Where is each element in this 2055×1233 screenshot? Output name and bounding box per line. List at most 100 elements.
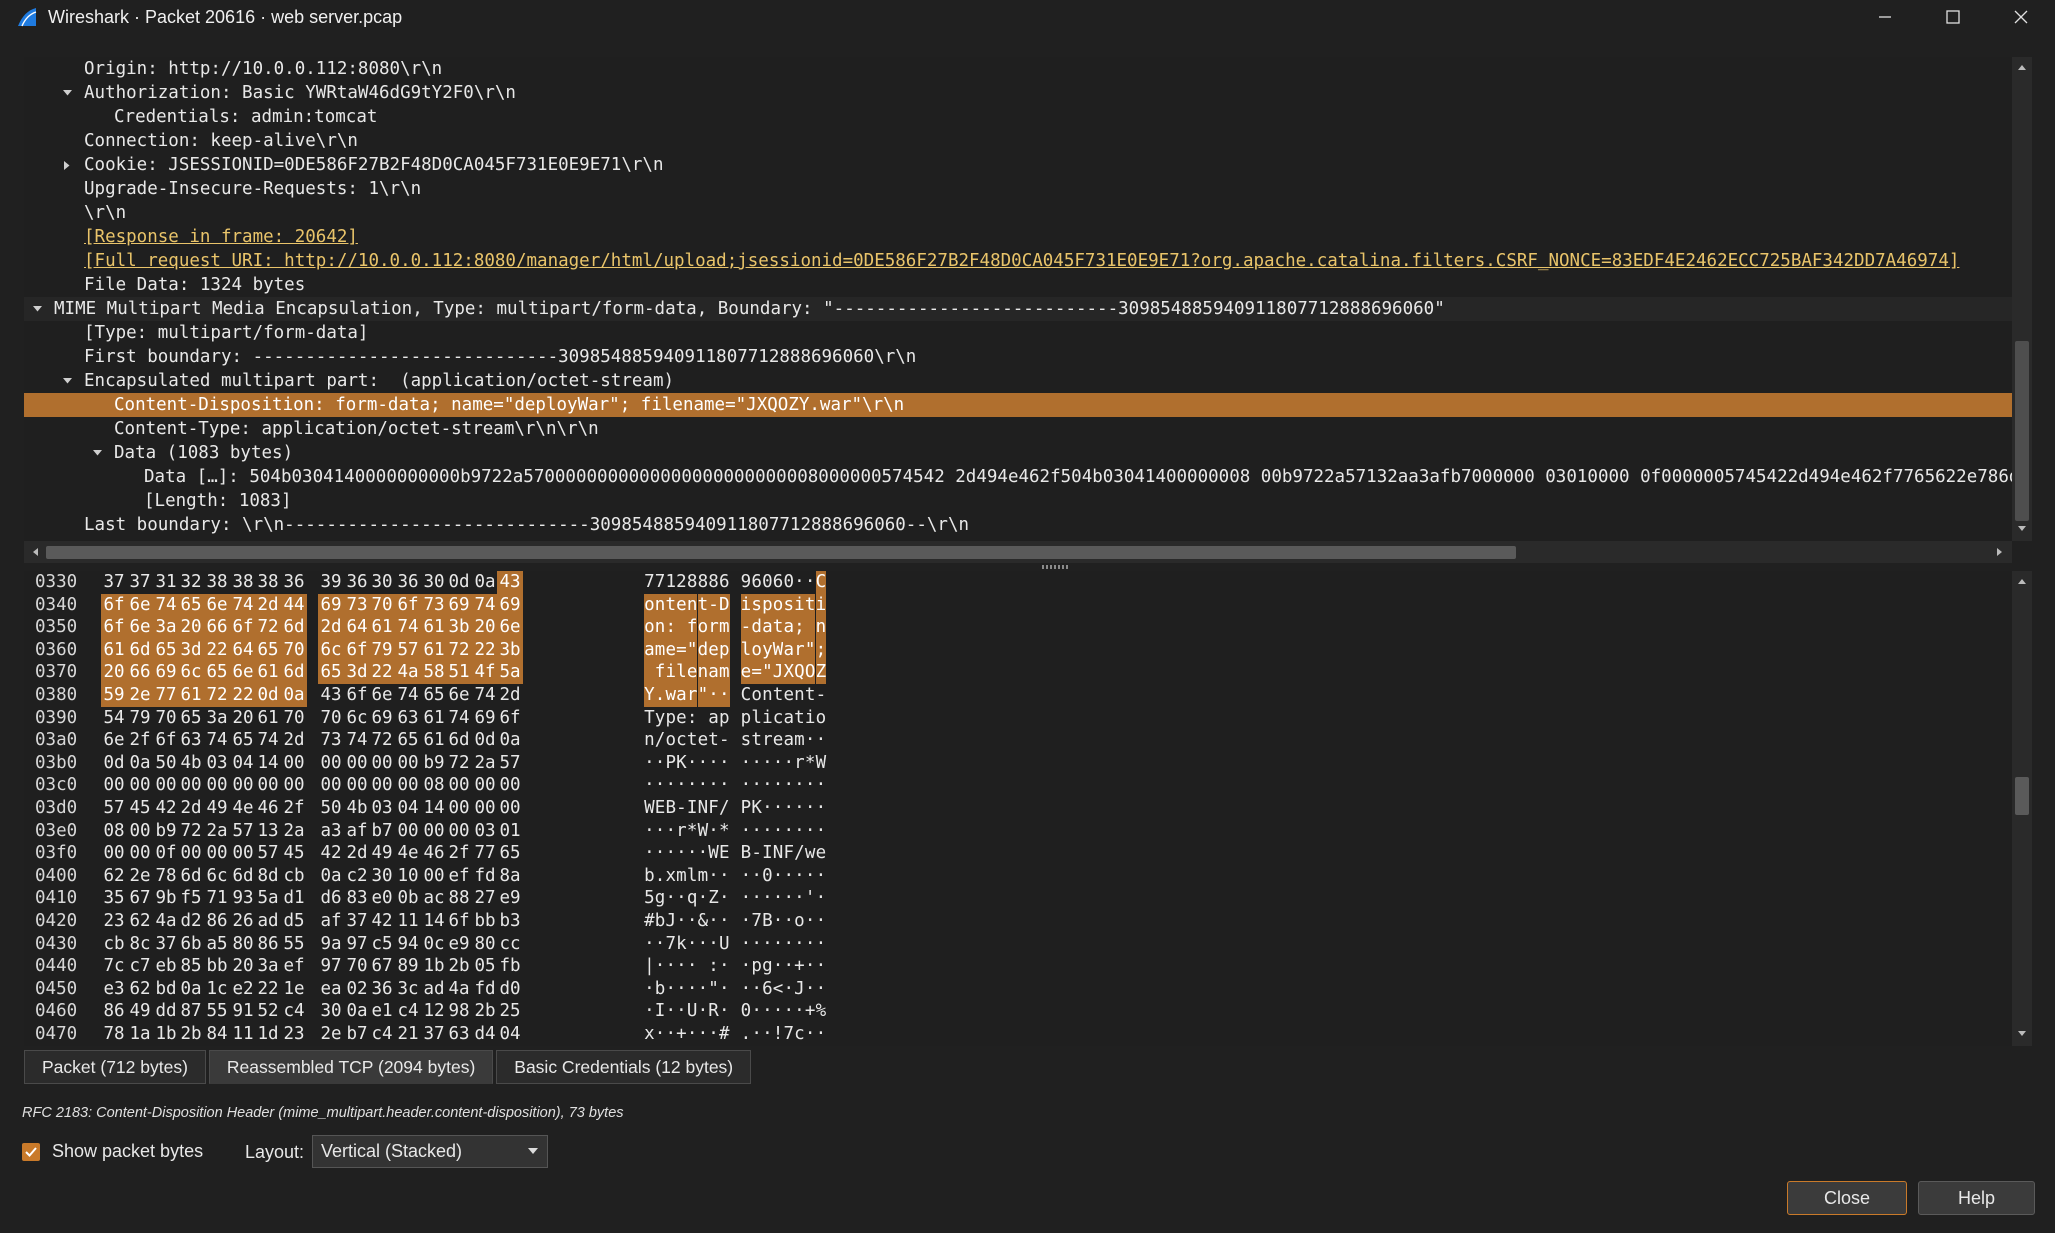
hex-byte[interactable]: 74 [204,729,230,752]
hex-byte[interactable]: 6d [230,865,256,888]
hex-byte[interactable]: 74 [472,593,498,617]
hex-byte[interactable]: 2d [344,842,370,865]
hex-row[interactable]: 0370 20 66 69 6c 65 6e 61 6d 65 3d 22 4a 58 51 4f 5a fil… [24,661,2012,684]
packet-details-tree[interactable]: Origin: http://10.0.0.112:8080\r\n Author… [24,57,2012,541]
hex-byte[interactable]: 67 [369,955,395,978]
hex-byte[interactable]: 6e [204,593,230,617]
hex-byte[interactable]: 22 [255,978,281,1001]
hex-byte[interactable]: e9 [446,933,472,956]
hex-byte[interactable]: 61 [421,638,447,662]
pane-splitter[interactable] [24,563,2032,571]
tree-row[interactable]: [Length: 1083] [24,489,2012,513]
hex-byte[interactable]: 00 [230,842,256,865]
hex-byte[interactable]: 66 [204,616,230,639]
hex-byte[interactable]: 61 [255,661,281,684]
hex-byte[interactable]: 0a [281,684,307,707]
hex-byte[interactable]: 78 [101,1023,127,1046]
hex-byte[interactable]: 72 [178,820,204,843]
hex-byte[interactable]: b7 [344,1023,370,1046]
tree-row[interactable]: [Type: multipart/form-data] [24,321,2012,345]
hex-byte[interactable]: 57 [230,820,256,843]
collapsed-arrow-icon[interactable] [59,153,75,177]
hex-byte[interactable]: 70 [318,707,344,730]
hex-byte[interactable]: 36 [281,571,307,594]
hex-byte[interactable]: 72 [369,729,395,752]
hex-byte[interactable]: 00 [230,774,256,797]
hex-byte[interactable]: 00 [472,774,498,797]
hex-byte[interactable]: 21 [395,1023,421,1046]
show-packet-bytes-checkbox[interactable] [22,1142,40,1161]
tree-row[interactable]: Encapsulated multipart part: (applicatio… [24,369,2012,393]
hex-byte[interactable]: 69 [369,707,395,730]
hex-byte[interactable]: 61 [178,684,204,707]
hex-byte[interactable]: 86 [204,910,230,933]
hex-byte[interactable]: 2d [318,616,344,639]
hex-byte[interactable]: 93 [230,887,256,910]
hex-byte[interactable]: 2d [497,684,523,707]
hex-byte[interactable]: b9 [421,752,447,775]
tree-row[interactable]: Authorization: Basic YWRtaW46dG9tY2F0\r\… [24,81,2012,105]
hex-byte[interactable]: 14 [421,797,447,820]
hex-byte[interactable]: bb [204,955,230,978]
hex-byte[interactable]: 72 [255,616,281,639]
hex-byte[interactable]: 8d [255,865,281,888]
hex-byte[interactable]: 0d [472,729,498,752]
hex-byte[interactable]: ad [255,910,281,933]
hex-byte[interactable]: 0a [344,1000,370,1023]
hex-byte[interactable]: 4a [153,910,179,933]
hex-byte[interactable]: c5 [369,933,395,956]
hex-byte[interactable]: 65 [421,684,447,707]
hex-byte[interactable]: 61 [255,707,281,730]
hex-byte[interactable]: 1c [204,978,230,1001]
hex-byte[interactable]: bb [472,910,498,933]
bytes-vertical-scrollbar[interactable] [2012,571,2032,1046]
hex-byte[interactable]: 00 [497,797,523,820]
hex-byte[interactable]: 35 [101,887,127,910]
maximize-button[interactable] [1919,0,1987,34]
hex-byte[interactable]: af [344,820,370,843]
hex-byte[interactable]: 6d [281,661,307,684]
packet-bytes-pane[interactable]: 0330 37 37 31 32 38 38 38 36 39 36 30 36 30 0d 0a 43 7 7 1 2… [24,571,2012,1046]
hex-byte[interactable]: 00 [369,752,395,775]
hex-byte[interactable]: ac [421,887,447,910]
hex-byte[interactable]: ef [281,955,307,978]
hex-byte[interactable]: 36 [395,571,421,594]
hex-byte[interactable]: 72 [446,638,472,662]
hex-byte[interactable]: 00 [497,774,523,797]
hex-byte[interactable]: 00 [395,820,421,843]
hex-row[interactable]: 0410 35 67 9b f5 71 93 5a d1 d6 83 e0 0b ac 88 27 e9 5 g · ·… [24,887,2012,910]
tree-row[interactable]: Origin: http://10.0.0.112:8080\r\n [24,57,2012,81]
hex-row[interactable]: 0430 cb 8c 37 6b a5 80 86 55 9a 97 c5 94 0c e9 80 cc · · 7 k… [24,933,2012,956]
hex-byte[interactable]: 2f [281,797,307,820]
hex-byte[interactable]: 49 [204,797,230,820]
hex-byte[interactable]: 80 [230,933,256,956]
hex-byte[interactable]: d1 [281,887,307,910]
hex-byte[interactable]: 6c [318,638,344,662]
hex-byte[interactable]: 22 [204,638,230,662]
hex-byte[interactable]: a5 [204,933,230,956]
hex-byte[interactable]: 97 [344,933,370,956]
tree-row[interactable]: Cookie: JSESSIONID=0DE586F27B2F48D0CA045… [24,153,2012,177]
hex-byte[interactable]: 65 [153,638,179,662]
scroll-down-icon[interactable] [2014,1026,2030,1042]
hex-byte[interactable]: 22 [369,661,395,684]
hex-byte[interactable]: 57 [497,752,523,775]
hex-byte[interactable]: 50 [318,797,344,820]
hex-byte[interactable]: d6 [318,887,344,910]
hex-byte[interactable]: 61 [421,729,447,752]
hex-byte[interactable]: 61 [369,616,395,639]
hex-byte[interactable]: 2b [446,955,472,978]
hex-byte[interactable]: 70 [369,593,395,617]
hex-byte[interactable]: 57 [101,797,127,820]
hex-byte[interactable]: 69 [318,593,344,617]
hex-byte[interactable]: 74 [230,593,256,617]
hex-byte[interactable]: 63 [178,729,204,752]
hex-byte[interactable]: 23 [101,910,127,933]
hex-byte[interactable]: 6f [101,616,127,639]
hex-byte[interactable]: 02 [344,978,370,1001]
hex-byte[interactable]: 00 [127,774,153,797]
hex-row[interactable]: 03f0 00 00 0f 00 00 00 57 45 42 2d 49 4e 46 2f 77 65 · · · ·… [24,842,2012,865]
hex-byte[interactable]: 00 [318,774,344,797]
hex-byte[interactable]: 88 [446,887,472,910]
hex-row[interactable]: 03e0 08 00 b9 72 2a 57 13 2a a3 af b7 00 00 00 03 01 · · · r… [24,820,2012,843]
